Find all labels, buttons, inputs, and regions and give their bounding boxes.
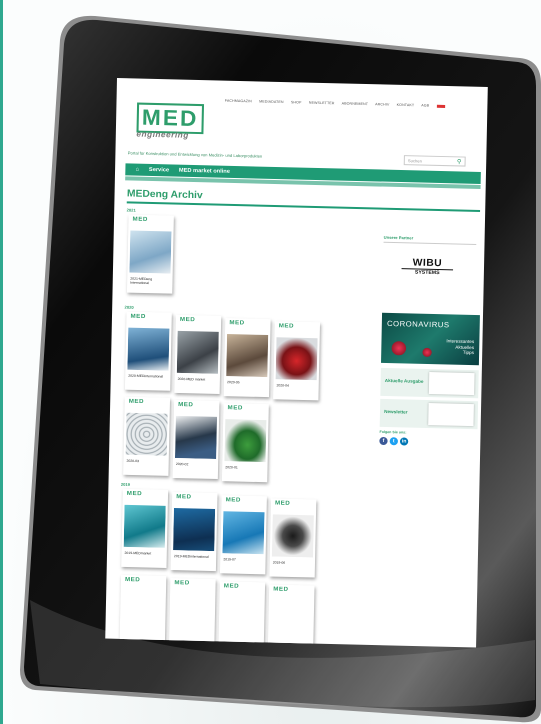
magazine-card[interactable]: MED [119, 574, 167, 648]
twitter-icon[interactable]: t [389, 437, 399, 446]
current-issue-label: Aktuelle Ausgabe [384, 377, 424, 384]
magazine-caption: 2020-03 [126, 458, 140, 464]
search-placeholder: Suchen [407, 158, 422, 164]
magazine-card[interactable]: MED 2019-07 [219, 495, 267, 575]
coronavirus-banner[interactable]: CORONAVIRUS Interessantes Aktuelles Tipp… [381, 312, 480, 366]
magazine-card[interactable]: MED 2020-03 [123, 396, 171, 476]
magazine-card[interactable]: MED 2020-01 [221, 403, 269, 483]
magazine-caption: 2020-05 [227, 380, 240, 385]
nav-item-service[interactable]: Service [149, 167, 169, 173]
header-link[interactable]: ABONNEMENT [342, 101, 369, 106]
magazine-caption: 2019-06 [272, 560, 286, 565]
header-links: FACHMAGAZIN MEDIADATEN SHOP NEWSLETTER A… [225, 99, 451, 108]
magazine-card[interactable]: MED [168, 578, 216, 648]
corona-title: CORONAVIRUS [386, 318, 450, 330]
search-icon[interactable]: ⚲ [457, 158, 462, 165]
magazine-caption: 2020-MED market [177, 376, 206, 382]
wibu-systems-logo[interactable]: WIBU SYSTEMS [401, 257, 454, 277]
header-link[interactable]: MEDIADATEN [259, 99, 283, 104]
magazine-card[interactable]: MED 2020-MED market [174, 314, 222, 394]
tablet-screen: FACHMAGAZIN MEDIADATEN SHOP NEWSLETTER A… [105, 78, 488, 648]
magazine-card[interactable]: MED 2020-MEDinternational [124, 311, 172, 391]
current-issue-thumbnail [428, 372, 475, 396]
virus-icon [422, 347, 432, 358]
newsletter-box[interactable]: Newsletter [379, 398, 479, 430]
magazine-card[interactable]: MED 2019-06 [269, 498, 317, 578]
magazine-card[interactable]: MED 2019-MEDinternational [170, 491, 218, 572]
magazine-caption: 2020-01 [225, 465, 238, 470]
magazine-card[interactable]: MED 2019-MEDmarket [121, 488, 169, 568]
magazine-caption: 2019-MEDmarket [124, 550, 152, 556]
magazine-card[interactable]: MED 2021-MEDeng International [126, 214, 174, 294]
magazine-caption: 2019-MEDinternational [173, 554, 209, 559]
search-input[interactable]: Suchen ⚲ [403, 155, 466, 167]
header-link[interactable]: SHOP [291, 100, 302, 104]
magazine-card[interactable]: MED 2020-02 [172, 399, 220, 480]
virus-icon [391, 341, 407, 356]
header-link[interactable]: NEWSLETTER [309, 101, 335, 106]
linkedin-icon[interactable]: in [399, 437, 409, 446]
facebook-icon[interactable]: f [379, 436, 388, 446]
magazine-card[interactable]: MED 2020-04 [273, 321, 321, 401]
year-heading-2020: 2020 [124, 304, 134, 310]
site-logo[interactable]: MED engineering [136, 102, 206, 141]
partner-heading: Unsere Partner [383, 234, 414, 241]
header-link[interactable]: ARCHIV [375, 102, 389, 106]
header-link[interactable]: KONTAKT [397, 103, 415, 107]
magazine-card[interactable]: MED 2020-05 [223, 317, 271, 398]
language-flag-icon[interactable] [436, 104, 445, 108]
magazine-card[interactable]: MED [218, 581, 266, 648]
corona-subtitle: Interessantes Aktuelles Tipps [446, 338, 475, 356]
magazine-caption: 2021-MEDeng International [130, 276, 153, 286]
current-issue-box[interactable]: Aktuelle Ausgabe [380, 367, 479, 399]
year-heading-2021: 2021 [126, 207, 136, 213]
magazine-caption: 2020-MEDinternational [128, 373, 164, 379]
magazine-caption: 2020-04 [276, 383, 289, 388]
nav-item-med-market[interactable]: MED market online [179, 168, 230, 175]
magazine-caption: 2020-02 [175, 462, 189, 467]
page-title: MEDeng Archiv [126, 188, 203, 202]
site-tagline: Portal für Konstruktion und Entwicklung … [127, 150, 263, 159]
follow-heading: Folgen Sie uns: [379, 429, 407, 435]
newsletter-thumbnail [428, 403, 474, 427]
magazine-caption: 2019-07 [223, 557, 236, 562]
header-link[interactable]: AGB [421, 103, 429, 107]
magazine-card[interactable]: MED [267, 584, 315, 648]
year-heading-2019: 2019 [120, 481, 131, 487]
title-divider [126, 201, 481, 212]
partner-divider [383, 241, 477, 245]
newsletter-label: Newsletter [384, 408, 408, 415]
header-link[interactable]: FACHMAGAZIN [225, 99, 252, 104]
home-icon[interactable]: ⌂ [136, 167, 140, 173]
